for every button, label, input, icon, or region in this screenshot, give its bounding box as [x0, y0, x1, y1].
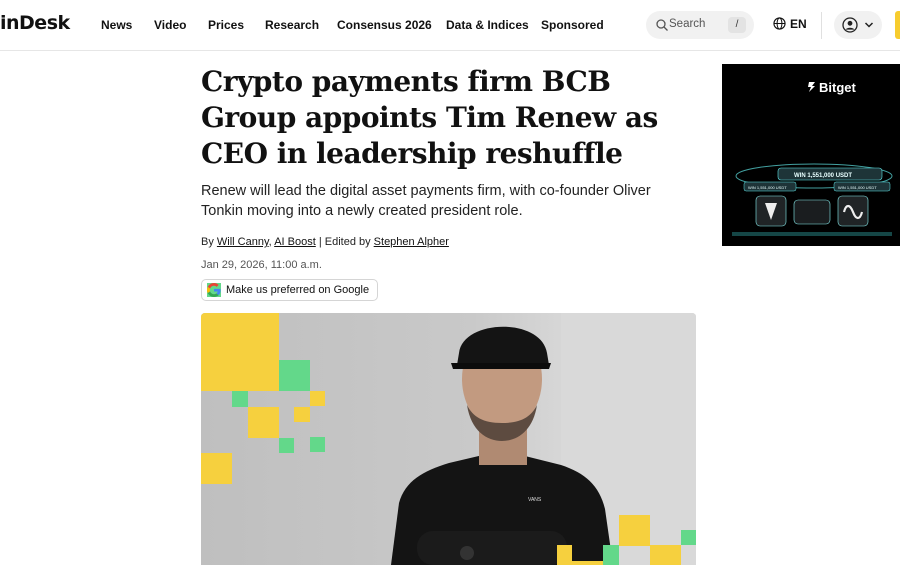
language-label: EN [790, 17, 807, 31]
account-menu-button[interactable] [834, 11, 882, 39]
deco-square [201, 453, 232, 484]
deco-square [619, 515, 650, 546]
deco-square [294, 407, 310, 422]
deco-square [232, 391, 248, 407]
advertisement-banner[interactable]: Bitget WIN 1,551,000 USDT WIN 1,551,000 … [722, 64, 900, 246]
deco-square [557, 545, 572, 565]
search-shortcut-key: / [728, 17, 746, 33]
search-icon [656, 19, 668, 31]
chevron-down-icon [864, 22, 874, 28]
deco-square [572, 561, 603, 565]
bitget-logo-icon [808, 82, 815, 92]
deco-square [650, 545, 681, 565]
edited-by-label: | Edited by [318, 236, 371, 248]
nav-sponsored[interactable]: Sponsored [541, 18, 604, 32]
deco-square [201, 313, 279, 391]
deco-square [248, 407, 279, 438]
editor-link[interactable]: Stephen Alpher [374, 236, 449, 248]
deco-square [279, 438, 294, 453]
nav-consensus[interactable]: Consensus 2026 [337, 18, 432, 32]
search-placeholder: Search [669, 18, 706, 30]
nav-research[interactable]: Research [265, 18, 319, 32]
header-divider [821, 12, 822, 39]
site-header: inDesk News Video Prices Research Consen… [0, 0, 900, 51]
deco-square [681, 530, 696, 545]
article-headline: Crypto payments firm BCB Group appoints … [201, 65, 658, 170]
google-preferred-button[interactable]: Make us preferred on Google [201, 279, 379, 301]
author-link-ai-boost[interactable]: AI Boost [274, 236, 316, 248]
user-avatar-icon [842, 17, 858, 33]
deco-square [279, 360, 310, 391]
byline: By Will Canny, AI Boost | Edited by Step… [201, 236, 449, 248]
ad-banner-text-3: WIN 1,551,000 USDT [838, 185, 877, 190]
nav-prices[interactable]: Prices [208, 18, 244, 32]
nav-video[interactable]: Video [154, 18, 186, 32]
deco-square [310, 391, 325, 406]
language-selector[interactable]: EN [773, 17, 807, 31]
deco-square [603, 545, 619, 565]
search-input[interactable]: Search / [646, 11, 754, 39]
globe-icon [773, 17, 786, 30]
nav-news[interactable]: News [101, 18, 132, 32]
byline-separator: , [268, 236, 272, 248]
deco-square [310, 437, 325, 452]
ad-banner-text-2: WIN 1,551,000 USDT [748, 185, 787, 190]
author-link[interactable]: Will Canny [217, 236, 269, 248]
article-subhead: Renew will lead the digital asset paymen… [201, 183, 651, 219]
site-logo[interactable]: inDesk [0, 12, 70, 34]
shirt-logo: VANS [528, 497, 542, 503]
ad-banner-text: WIN 1,551,000 USDT [794, 173, 852, 179]
ad-graphic: WIN 1,551,000 USDT WIN 1,551,000 USDT WI… [732, 163, 893, 236]
subscribe-button[interactable] [895, 11, 900, 39]
publish-date: Jan 29, 2026, 11:00 a.m. [201, 259, 322, 271]
hero-image: VANS [201, 313, 696, 565]
person-photo: VANS [391, 326, 613, 565]
ad-brand-label: Bitget [819, 80, 856, 95]
google-icon [207, 283, 221, 297]
ad-brand: Bitget [806, 80, 856, 95]
google-button-label: Make us preferred on Google [226, 284, 370, 296]
nav-data-indices[interactable]: Data & Indices [446, 18, 529, 32]
byline-prefix: By [201, 236, 214, 248]
